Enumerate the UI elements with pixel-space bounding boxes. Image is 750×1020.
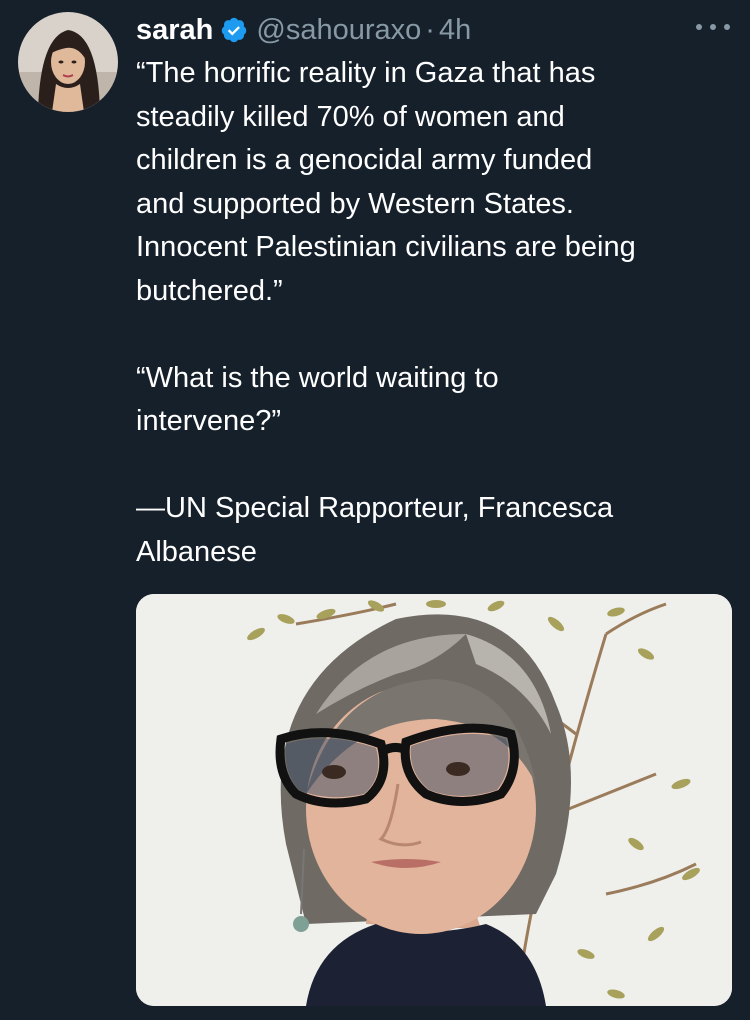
portrait-photo (136, 594, 732, 1006)
verified-badge-icon (220, 16, 248, 44)
text-line: butchered.” (136, 274, 283, 307)
timestamp[interactable]: 4h (439, 14, 471, 47)
tweet[interactable]: sarah @sahouraxo · 4h “The horrific real… (0, 0, 750, 1020)
tweet-header: sarah @sahouraxo · 4h (136, 12, 471, 48)
text-line: children is a genocidal army funded (136, 144, 593, 176)
separator-dot: · (425, 13, 435, 46)
avatar[interactable] (18, 12, 118, 112)
tweet-image[interactable] (136, 594, 732, 1006)
text-line: “What is the world waiting to (136, 361, 499, 394)
text-line: and supported by Western States. (136, 187, 574, 220)
text-line: —UN Special Rapporteur, Francesca (136, 492, 614, 524)
text-line: steadily killed 70% of women and (136, 100, 565, 133)
text-line: “The horrific reality in Gaza that has (136, 57, 596, 89)
more-options-icon[interactable] (696, 20, 730, 34)
author-name[interactable]: sarah (136, 14, 213, 47)
author-handle[interactable]: @sahouraxo (256, 14, 421, 47)
text-line: Albanese (136, 535, 257, 568)
text-line: intervene?” (136, 405, 282, 437)
avatar-image (18, 12, 118, 112)
tweet-text: “The horrific reality in Gaza that has s… (136, 52, 736, 574)
text-line: Innocent Palestinian civilians are being (136, 231, 636, 263)
